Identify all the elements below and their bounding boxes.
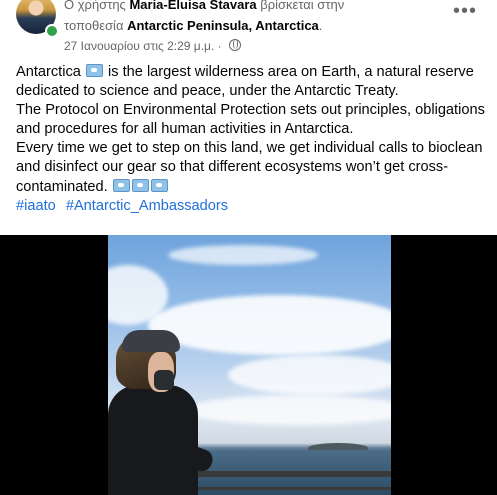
more-options-icon[interactable]: ••• [453,1,477,21]
post-text-para3: Every time we get to step on this land, … [16,140,483,195]
post-paragraph-1: Antarctica is the largest wilderness are… [16,63,486,101]
person-figure [108,330,216,495]
post-paragraph-3: Every time we get to step on this land, … [16,139,486,196]
antarctica-flag-icon [85,64,103,77]
location-phrase: βρίσκεται στην [260,0,345,12]
location-line: τοποθεσία Antarctic Peninsula, Antarctic… [64,18,322,34]
post-text-antarctica: Antarctica [16,64,81,80]
antarctica-flag-icon [131,178,149,192]
globe-icon[interactable] [228,39,241,51]
author-prefix: Ο χρήστης [64,0,126,12]
hashtag-list: #iaato #Antarctic_Ambassadors [16,197,486,216]
author-line: Ο χρήστης Maria-Eluisa Stavara βρίσκεται… [64,0,344,13]
person-jacket [108,385,198,495]
cloud [228,355,391,395]
online-status-dot [45,24,59,38]
cloud [168,245,318,265]
post-body: Antarctica is the largest wilderness are… [16,63,486,216]
video-frame[interactable] [108,235,391,495]
location-prefix: τοποθεσία [64,18,124,33]
location-suffix: . [318,18,323,33]
person-mask [154,370,174,390]
hashtag-iaato-link[interactable]: #iaato [16,198,56,214]
post-video[interactable] [0,235,497,495]
hashtag-antarctic-ambassadors-link[interactable]: #Antarctic_Ambassadors [66,198,228,214]
antarctica-flag-icon [112,178,130,192]
person-hat [122,330,180,352]
post-timestamp[interactable]: 27 Ιανουαρίου στις 2:29 μ.μ. · [64,39,222,53]
post-header: Ο χρήστης Maria-Eluisa Stavara βρίσκεται… [0,0,497,58]
location-link[interactable]: Antarctic Peninsula, Antarctica [127,18,319,33]
post-paragraph-2: The Protocol on Environmental Protection… [16,102,485,138]
post-text-para1: is the largest wilderness area on Earth,… [16,64,474,100]
timestamp-line: 27 Ιανουαρίου στις 2:29 μ.μ. · [64,39,241,54]
author-name-link[interactable]: Maria-Eluisa Stavara [129,0,256,12]
cloud [188,395,391,425]
antarctica-flag-icon [150,178,168,192]
